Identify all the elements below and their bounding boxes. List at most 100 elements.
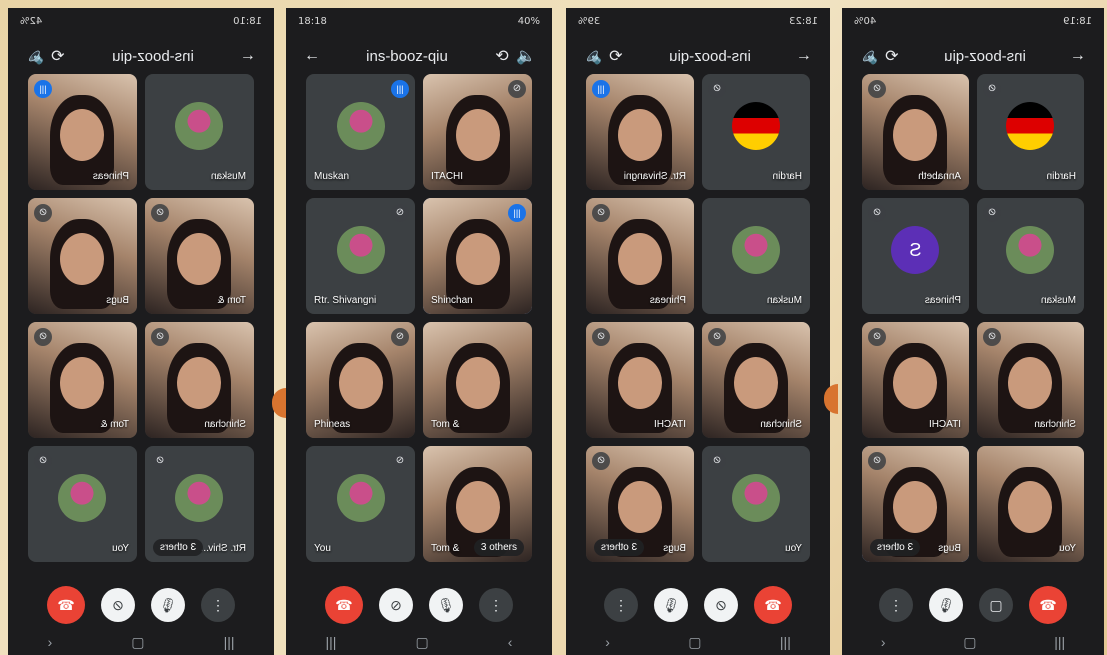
participant-tile[interactable]: ⊘ Annabeth (862, 74, 969, 190)
participant-tile[interactable]: Muskan (145, 74, 254, 190)
mic-off-icon[interactable]: 🎙 (654, 588, 688, 622)
end-call-icon[interactable]: ☎ (754, 586, 792, 624)
participant-tile[interactable]: ⊘ Tom & (28, 322, 137, 438)
status-battery: 40% (517, 15, 540, 27)
participant-tile[interactable]: ⊘ Muskan (977, 198, 1084, 314)
flip-camera-icon[interactable]: ⟲ (46, 46, 70, 66)
speaker-icon[interactable]: 🔈 (514, 46, 538, 66)
participant-tile[interactable]: Tom & (423, 322, 532, 438)
participant-tile[interactable]: ⊘ Tom & (145, 198, 254, 314)
participant-tile[interactable]: ⊘ Shinchan (702, 322, 810, 438)
more-vert-icon[interactable]: ⋮ (479, 588, 513, 622)
participant-name: ITACHI (653, 419, 686, 430)
avatar (336, 102, 385, 150)
status-time: 18:23 (789, 15, 818, 27)
participant-name: ITACHI (431, 171, 464, 182)
participant-tile[interactable]: ⊘ Hardin (977, 74, 1084, 190)
participant-name: Bugs (106, 295, 129, 306)
more-vert-icon[interactable]: ⋮ (201, 588, 235, 622)
system-nav: ||| ▢ ‹ (8, 634, 274, 651)
participant-tile[interactable]: ⊘ ITACHI (862, 322, 969, 438)
participant-tile[interactable]: ⊘ You (702, 446, 810, 562)
arrow-left-icon[interactable]: ← (1066, 47, 1090, 65)
mic-off-icon: ⊘ (868, 204, 886, 222)
participant-tile[interactable]: ⊘ ITACHI (586, 322, 694, 438)
back-icon[interactable]: ‹ (508, 634, 513, 651)
participant-tile[interactable]: ||| Phineas (28, 74, 137, 190)
mic-off-icon: ⊘ (151, 452, 169, 470)
end-call-icon[interactable]: ☎ (1029, 586, 1067, 624)
speaker-icon[interactable]: 🔈 (22, 46, 46, 66)
home-icon[interactable]: ▢ (688, 634, 701, 651)
system-nav: ||| ▢ ‹ (566, 634, 830, 651)
participant-tile[interactable]: S ⊘ Phineas (862, 198, 969, 314)
meeting-code[interactable]: ins-booz-qiu (904, 48, 1066, 65)
participant-tile[interactable]: ⊘ Phineas (586, 198, 694, 314)
mic-off-icon[interactable]: 🎙 (151, 588, 185, 622)
more-vert-icon[interactable]: ⋮ (879, 588, 913, 622)
recents-icon[interactable]: ||| (1054, 634, 1065, 651)
phone-screen-3: 18:23 39% ← ins-booz-qiu ⟲ 🔈 ⊘ Hardin ||| R… (566, 8, 830, 655)
end-call-icon[interactable]: ☎ (47, 586, 85, 624)
camera-off-icon[interactable]: ⊘ (379, 588, 413, 622)
home-icon[interactable]: ▢ (131, 634, 144, 651)
meeting-code[interactable]: ins-booz-qiu (628, 48, 792, 65)
speaker-icon[interactable]: 🔈 (580, 46, 604, 66)
more-vert-icon[interactable]: ⋮ (604, 588, 638, 622)
arrow-left-icon[interactable]: ← (236, 47, 260, 65)
participant-tile[interactable]: ⊘ Rtr. Shivangni (306, 198, 415, 314)
participant-tile[interactable]: ||| Rtr. Shivangni (586, 74, 694, 190)
participant-name: You (785, 543, 802, 554)
participant-tile[interactable]: ||| Muskan (306, 74, 415, 190)
participant-tile[interactable]: ⊘ Bugs (28, 198, 137, 314)
participant-tile[interactable]: ⊘ ITACHI (423, 74, 532, 190)
avatar (336, 226, 385, 274)
mic-off-icon[interactable]: 🎙 (929, 588, 963, 622)
participant-tile[interactable]: ⊘ Shinchan (977, 322, 1084, 438)
participant-tile[interactable]: ||| Shinchan (423, 198, 532, 314)
participant-name: Shinchan (1034, 419, 1076, 430)
system-nav: ||| ▢ ‹ (286, 634, 552, 651)
arrow-left-icon[interactable]: ← (792, 47, 816, 65)
camera-off-icon[interactable]: ⊘ (101, 588, 135, 622)
participant-tile[interactable]: You (977, 446, 1084, 562)
flip-camera-icon[interactable]: ⟲ (880, 46, 904, 66)
participant-tile[interactable]: Muskan (702, 198, 810, 314)
meeting-code[interactable]: ins-booz-qiu (324, 48, 490, 65)
others-count-badge[interactable]: 3 others (594, 539, 645, 556)
recents-icon[interactable]: ||| (780, 634, 791, 651)
flip-camera-icon[interactable]: ⟲ (604, 46, 628, 66)
meeting-code[interactable]: ins-booz-qiu (70, 48, 236, 65)
mic-off-icon[interactable]: 🎙 (429, 588, 463, 622)
recents-icon[interactable]: ||| (326, 634, 337, 651)
back-icon[interactable]: ‹ (605, 634, 610, 651)
participant-name: ITACHI (928, 419, 961, 430)
others-count-badge[interactable]: 3 others (153, 539, 204, 556)
flag-avatar (732, 102, 780, 150)
home-icon[interactable]: ▢ (963, 634, 976, 651)
home-icon[interactable]: ▢ (415, 634, 428, 651)
participant-tile[interactable]: ⊘ Rtr. Shiv... 3 others (145, 446, 254, 562)
switch-camera-icon[interactable]: ▢ (979, 588, 1013, 622)
participant-name: Hardin (1046, 171, 1076, 182)
end-call-icon[interactable]: ☎ (325, 586, 363, 624)
participant-tile[interactable]: ⊘ Bugs 3 others (862, 446, 969, 562)
participant-tile[interactable]: ⊘ Hardin (702, 74, 810, 190)
flip-camera-icon[interactable]: ⟲ (490, 46, 514, 66)
speaker-icon[interactable]: 🔈 (856, 46, 880, 66)
recents-icon[interactable]: ||| (224, 634, 235, 651)
participant-tile[interactable]: ⊘ You (28, 446, 137, 562)
arrow-left-icon[interactable]: ← (300, 47, 324, 65)
mic-off-icon: ⊘ (391, 452, 409, 470)
camera-off-icon[interactable]: ⊘ (704, 588, 738, 622)
participant-tile[interactable]: Tom & 3 others (423, 446, 532, 562)
participant-tile[interactable]: ⊘ You (306, 446, 415, 562)
participant-tile[interactable]: ⊘ Bugs 3 others (586, 446, 694, 562)
back-icon[interactable]: ‹ (881, 634, 886, 651)
participant-name: Shinchan (760, 419, 802, 430)
others-count-badge[interactable]: 3 others (473, 539, 524, 556)
others-count-badge[interactable]: 3 others (870, 539, 921, 556)
participant-tile[interactable]: ⊘ Phineas (306, 322, 415, 438)
back-icon[interactable]: ‹ (48, 634, 53, 651)
participant-tile[interactable]: ⊘ Shinchan (145, 322, 254, 438)
